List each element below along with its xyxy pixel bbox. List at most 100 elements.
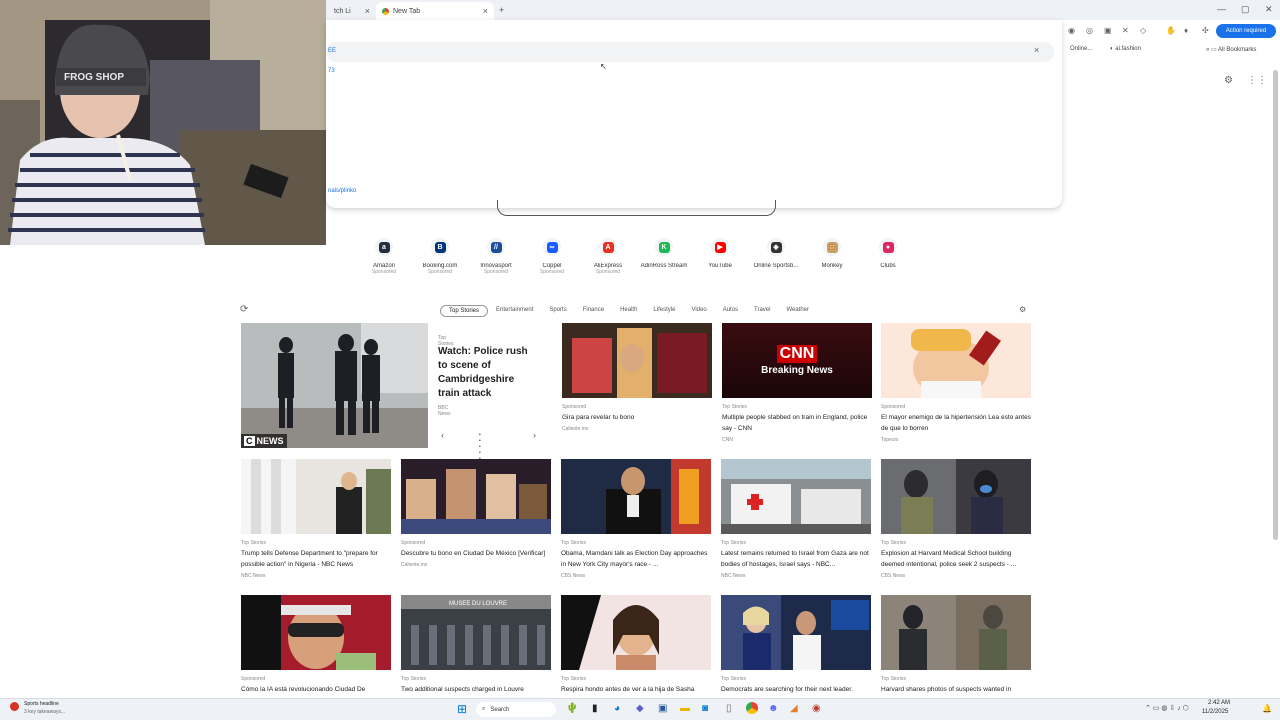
all-bookmarks[interactable]: » ▭ All Bookmarks bbox=[1206, 46, 1256, 53]
feed-tab[interactable]: Autos bbox=[715, 305, 746, 317]
feed-tab[interactable]: Weather bbox=[778, 305, 817, 317]
file-icon[interactable]: ▯ bbox=[726, 703, 732, 714]
app-icon[interactable]: ◉ bbox=[812, 703, 821, 714]
folder-icon[interactable]: ▬ bbox=[680, 703, 690, 714]
card-title[interactable]: Latest remains returned to Israel from G… bbox=[721, 548, 871, 570]
news-card[interactable]: MUSEE DU LOUVRE Top Stories Two additional… bbox=[401, 595, 551, 695]
news-card[interactable]: Sponsored Cómo la IA está revolucionando … bbox=[241, 595, 391, 695]
carousel-next-button[interactable]: › bbox=[533, 430, 536, 440]
bookmark-item[interactable]: Online... bbox=[1070, 46, 1092, 52]
tab-previous[interactable]: tch Li × bbox=[328, 2, 376, 20]
shortcut-tile[interactable]: ∞ Coppel Sponsored bbox=[524, 238, 580, 275]
shortcut-tile[interactable]: //Innovasport Sponsored bbox=[468, 238, 524, 275]
suggestion-link[interactable]: nals/plinko bbox=[328, 188, 356, 194]
close-window-button[interactable]: ✕ bbox=[1265, 4, 1273, 15]
news-card[interactable]: Top Stories Explosion at Harvard Medical … bbox=[881, 459, 1031, 579]
news-card[interactable]: Top Stories Harvard shares photos of susp… bbox=[881, 595, 1031, 695]
shortcut-tile[interactable]: ◈ Online Sportsb... bbox=[748, 238, 804, 269]
feed-tab[interactable]: Entertainment bbox=[488, 305, 541, 317]
app-icon[interactable]: ◢ bbox=[790, 703, 798, 714]
shortcut-tile[interactable]: K AdinRoss Stream bbox=[636, 238, 692, 269]
puzzle-icon[interactable]: ✣ bbox=[1202, 26, 1209, 35]
extension-icon[interactable]: ◉ bbox=[1068, 26, 1075, 35]
card-title[interactable]: Multiple people stabbed on train in Engl… bbox=[722, 412, 872, 434]
card-title[interactable]: Descubre tu bono en Ciudad De México [Ve… bbox=[401, 548, 551, 559]
news-card[interactable]: Sponsored El mayor enemigo de la hiperten… bbox=[881, 323, 1031, 443]
teams-icon[interactable]: ◆ bbox=[636, 703, 644, 714]
card-title[interactable]: Watch: Police rush to scene of Cambridge… bbox=[438, 345, 536, 401]
card-title[interactable]: Democrats are searching for their next l… bbox=[721, 684, 871, 695]
suggestion-item[interactable]: EE bbox=[328, 48, 336, 54]
card-title[interactable]: Two additional suspects charged in Louvr… bbox=[401, 684, 551, 695]
carousel-prev-button[interactable]: ‹ bbox=[441, 430, 444, 440]
tray-icons[interactable]: ⌃ ▭ ◍ ⇩ ♪ ⬡ bbox=[1145, 704, 1189, 712]
shortcut-tile[interactable]: a Amazon Sponsored bbox=[356, 238, 412, 275]
close-icon[interactable]: × bbox=[1034, 45, 1039, 55]
card-title[interactable]: Obama, Mamdani talk as Election Day appr… bbox=[561, 548, 711, 570]
settings-icon[interactable]: ⚙ bbox=[1019, 305, 1026, 314]
extension-icon[interactable]: ♦ bbox=[1184, 26, 1188, 35]
news-card[interactable]: Top Stories Latest remains returned to Is… bbox=[721, 459, 871, 579]
action-required-button[interactable]: Action required bbox=[1216, 24, 1276, 38]
extension-icon[interactable]: ◇ bbox=[1140, 26, 1146, 35]
shortcut-tile[interactable]: ● Clubs bbox=[860, 238, 916, 269]
news-widget-icon[interactable] bbox=[10, 702, 19, 711]
notification-icon[interactable]: 🔔 bbox=[1262, 704, 1272, 713]
scrollbar[interactable] bbox=[1273, 70, 1278, 540]
hero-card[interactable]: C NEWS Top Stories Watch: Police rush to … bbox=[241, 323, 536, 462]
search-box[interactable] bbox=[497, 200, 776, 216]
news-card[interactable]: Sponsored Descubre tu bono en Ciudad De M… bbox=[401, 459, 551, 568]
news-card[interactable]: Top Stories Trump tells Defense Departmen… bbox=[241, 459, 391, 579]
news-card[interactable]: Top Stories Respira hondo antes de ver a … bbox=[561, 595, 711, 695]
widget-title[interactable]: Sports headline bbox=[24, 701, 59, 707]
feed-tab[interactable]: Lifestyle bbox=[645, 305, 683, 317]
address-bar[interactable] bbox=[326, 42, 1054, 62]
taskbar-search[interactable]: ⌕ Search bbox=[476, 702, 556, 717]
card-title[interactable]: Gira para revelar tu bono bbox=[562, 412, 712, 423]
card-title[interactable]: Harvard shares photos of suspects wanted… bbox=[881, 684, 1031, 695]
close-icon[interactable]: × bbox=[483, 6, 488, 16]
extension-icon[interactable]: ▣ bbox=[1104, 26, 1112, 35]
shortcut-tile[interactable]: A AliExpress Sponsored bbox=[580, 238, 636, 275]
news-card[interactable]: Top Stories Democrats are searching for t… bbox=[721, 595, 871, 695]
extension-icon[interactable]: ◎ bbox=[1086, 26, 1093, 35]
store-icon[interactable]: ▣ bbox=[658, 703, 667, 714]
shortcut-tile[interactable]: 🐵 Monkey bbox=[804, 238, 860, 269]
news-card[interactable]: CNN Breaking News Top Stories Multiple peop… bbox=[722, 323, 872, 443]
news-card[interactable]: Top Stories Obama, Mamdani talk as Electi… bbox=[561, 459, 711, 579]
extension-icon[interactable]: ✕ bbox=[1122, 26, 1129, 35]
suggestion-item[interactable]: 73 bbox=[328, 68, 335, 74]
feed-tab[interactable]: Health bbox=[612, 305, 645, 317]
maximize-button[interactable]: ▢ bbox=[1241, 4, 1250, 15]
apps-grid-icon[interactable]: ⋮⋮ bbox=[1247, 75, 1267, 86]
feed-tab[interactable]: Top Stories bbox=[440, 305, 489, 317]
minimize-button[interactable]: — bbox=[1217, 4, 1226, 14]
feed-tab[interactable]: Finance bbox=[575, 305, 612, 317]
feed-tab[interactable]: Video bbox=[683, 305, 714, 317]
app-icon[interactable]: 🌵 bbox=[566, 703, 578, 714]
card-title[interactable]: El mayor enemigo de la hipertensión Lea … bbox=[881, 412, 1031, 434]
feed-tab[interactable]: Travel bbox=[746, 305, 778, 317]
clock-date[interactable]: 11/2/2025 bbox=[1202, 709, 1228, 715]
discord-icon[interactable]: ☻ bbox=[768, 703, 779, 714]
clock-time[interactable]: 2:42 AM bbox=[1208, 700, 1230, 706]
tab-new-tab[interactable]: New Tab × bbox=[376, 2, 494, 20]
extension-icon[interactable]: ✋ bbox=[1166, 26, 1176, 35]
card-title[interactable]: Respira hondo antes de ver a la hija de … bbox=[561, 684, 711, 695]
feed-tab[interactable]: Sports bbox=[541, 305, 574, 317]
close-icon[interactable]: × bbox=[365, 6, 370, 16]
gear-icon[interactable]: ⚙ bbox=[1224, 75, 1233, 86]
task-view-icon[interactable]: ▮ bbox=[592, 703, 598, 714]
windows-start-icon[interactable]: ⊞ bbox=[457, 702, 467, 716]
card-title[interactable]: Trump tells Defense Department to "prepa… bbox=[241, 548, 391, 570]
bookmark-item[interactable]: ◐ ai.fashion bbox=[1110, 46, 1141, 52]
outlook-icon[interactable]: ◙ bbox=[702, 703, 708, 714]
card-title[interactable]: Cómo la IA está revolucionando Ciudad De bbox=[241, 684, 391, 695]
card-title[interactable]: Explosion at Harvard Medical School buil… bbox=[881, 548, 1031, 570]
edge-icon[interactable]: ◕ bbox=[614, 703, 620, 714]
chrome-icon[interactable] bbox=[746, 702, 758, 714]
new-tab-button[interactable]: + bbox=[499, 5, 504, 15]
refresh-icon[interactable]: ⟳ bbox=[240, 304, 248, 315]
shortcut-tile[interactable]: B Booking.com Sponsored bbox=[412, 238, 468, 275]
news-card[interactable]: Sponsored Gira para revelar tu bono Calien… bbox=[562, 323, 712, 432]
